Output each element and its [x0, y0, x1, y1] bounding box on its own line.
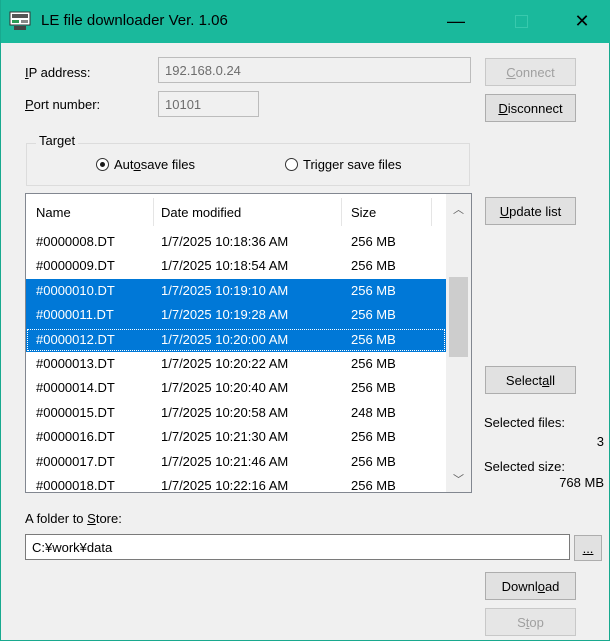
stop-button[interactable]: St op	[485, 608, 576, 636]
size-cell: 256 MB	[351, 331, 396, 347]
table-row[interactable]: #0000011.DT 1/7/2025 10:19:28 AM 256 MB	[26, 303, 446, 328]
title-bar[interactable]: LE file downloader Ver. 1.06 — ✕	[1, 0, 610, 43]
column-header-size[interactable]: Size	[351, 194, 376, 230]
table-row[interactable]: #0000009.DT 1/7/2025 10:18:54 AM 256 MB	[26, 254, 446, 278]
app-window: LE file downloader Ver. 1.06 — ✕ IP addr…	[0, 0, 610, 641]
scrollbar-thumb[interactable]	[449, 277, 468, 357]
table-row[interactable]: #0000008.DT 1/7/2025 10:18:36 AM 256 MB	[26, 230, 446, 254]
table-row[interactable]: #0000013.DT 1/7/2025 10:20:22 AM 256 MB	[26, 352, 446, 376]
table-row[interactable]: #0000015.DT 1/7/2025 10:20:58 AM 248 MB	[26, 401, 446, 425]
column-header-name[interactable]: Name	[36, 194, 71, 230]
app-icon	[9, 11, 31, 30]
column-divider[interactable]	[153, 198, 154, 226]
size-cell: 256 MB	[351, 453, 396, 469]
size-cell: 256 MB	[351, 282, 396, 298]
file-name-cell: #0000008.DT	[36, 234, 115, 249]
column-divider[interactable]	[341, 198, 342, 226]
date-modified-cell: 1/7/2025 10:20:40 AM	[161, 380, 289, 396]
date-modified-cell: 1/7/2025 10:20:22 AM	[161, 355, 289, 371]
selected-size-label: Selected size:	[484, 459, 565, 474]
column-header-date[interactable]: Date modified	[161, 194, 241, 230]
scroll-down-arrow-icon[interactable]: ﹀	[446, 468, 471, 490]
size-cell: 248 MB	[351, 404, 396, 420]
table-row[interactable]: #0000017.DT 1/7/2025 10:21:46 AM 256 MB	[26, 450, 446, 474]
file-list-header: Name Date modified Size	[26, 194, 446, 230]
port-number-label: Port number:	[25, 97, 101, 112]
size-cell: 256 MB	[351, 429, 396, 445]
file-name-cell: #0000009.DT	[36, 258, 115, 274]
window-title: LE file downloader Ver. 1.06	[41, 12, 228, 29]
update-list-button[interactable]: Update list	[485, 197, 576, 225]
close-icon: ✕	[574, 11, 590, 31]
file-list[interactable]: Name Date modified Size #0000008.DT 1/7/2…	[25, 193, 472, 493]
scroll-up-arrow-icon[interactable]: ︿	[446, 198, 471, 220]
size-cell: 256 MB	[351, 477, 396, 493]
target-legend: Target	[36, 133, 79, 148]
table-row[interactable]: #0000016.DT 1/7/2025 10:21:30 AM 256 MB	[26, 425, 446, 449]
disconnect-button[interactable]: Disconnect	[485, 94, 576, 122]
minimize-icon: —	[447, 11, 465, 31]
file-name-cell: #0000016.DT	[36, 429, 115, 445]
vertical-scrollbar[interactable]: ︿ ﹀	[446, 194, 471, 492]
browse-button[interactable]: ...	[574, 535, 602, 561]
date-modified-cell: 1/7/2025 10:21:30 AM	[161, 429, 289, 445]
trigger-save-radio[interactable]: Tri g ger save files	[285, 157, 402, 172]
file-name-cell: #0000013.DT	[36, 355, 115, 371]
radio-selected-icon	[96, 158, 109, 171]
file-name-cell: #0000014.DT	[36, 380, 115, 396]
file-name-cell: #0000011.DT	[36, 307, 114, 323]
size-cell: 256 MB	[351, 307, 396, 323]
date-modified-cell: 1/7/2025 10:22:16 AM	[161, 477, 289, 493]
close-button[interactable]: ✕	[559, 0, 605, 43]
radio-unselected-icon	[285, 158, 298, 171]
maximize-icon	[514, 15, 528, 28]
file-name-cell: #0000012.DT	[36, 331, 115, 347]
selected-files-value: 3	[596, 434, 604, 449]
date-modified-cell: 1/7/2025 10:19:28 AM	[161, 307, 289, 323]
size-cell: 256 MB	[351, 380, 396, 396]
target-groupbox	[26, 143, 470, 186]
size-cell: 256 MB	[351, 258, 396, 274]
date-modified-cell: 1/7/2025 10:20:58 AM	[161, 404, 289, 420]
auto-save-radio[interactable]: Aut o save files	[96, 157, 195, 172]
size-cell: 256 MB	[351, 355, 396, 371]
file-name-cell: #0000018.DT	[36, 477, 115, 493]
date-modified-cell: 1/7/2025 10:21:46 AM	[161, 453, 289, 469]
file-list-rows: #0000008.DT 1/7/2025 10:18:36 AM 256 MB #00…	[26, 230, 446, 493]
download-button[interactable]: Downl o ad	[485, 572, 576, 600]
table-row[interactable]: #0000010.DT 1/7/2025 10:19:10 AM 256 MB	[26, 278, 446, 304]
store-path-field[interactable]: C:¥work¥data	[25, 534, 570, 560]
file-name-cell: #0000010.DT	[36, 282, 115, 298]
date-modified-cell: 1/7/2025 10:20:00 AM	[161, 331, 289, 347]
maximize-button[interactable]	[498, 0, 544, 43]
date-modified-cell: 1/7/2025 10:19:10 AM	[161, 282, 289, 298]
ip-address-label: IP address:	[25, 65, 91, 80]
file-name-cell: #0000017.DT	[36, 453, 115, 469]
connect-button[interactable]: Connect	[485, 58, 576, 86]
port-number-field[interactable]: 10101	[158, 91, 259, 117]
table-row[interactable]: #0000018.DT 1/7/2025 10:22:16 AM 256 MB	[26, 474, 446, 493]
selected-size-value: 768 MB	[559, 475, 604, 490]
table-row[interactable]: #0000012.DT 1/7/2025 10:20:00 AM 256 MB	[26, 327, 446, 352]
size-cell: 256 MB	[351, 234, 396, 249]
date-modified-cell: 1/7/2025 10:18:36 AM	[161, 234, 289, 249]
minimize-button[interactable]: —	[433, 0, 479, 43]
file-name-cell: #0000015.DT	[36, 404, 115, 420]
ip-address-field[interactable]: 192.168.0.24	[158, 57, 471, 83]
select-all-button[interactable]: Select a ll	[485, 366, 576, 394]
selected-files-label: Selected files:	[484, 415, 565, 430]
store-folder-label: A folder to Store:	[25, 511, 122, 526]
date-modified-cell: 1/7/2025 10:18:54 AM	[161, 258, 289, 274]
table-row[interactable]: #0000014.DT 1/7/2025 10:20:40 AM 256 MB	[26, 376, 446, 400]
column-divider[interactable]	[431, 198, 432, 226]
